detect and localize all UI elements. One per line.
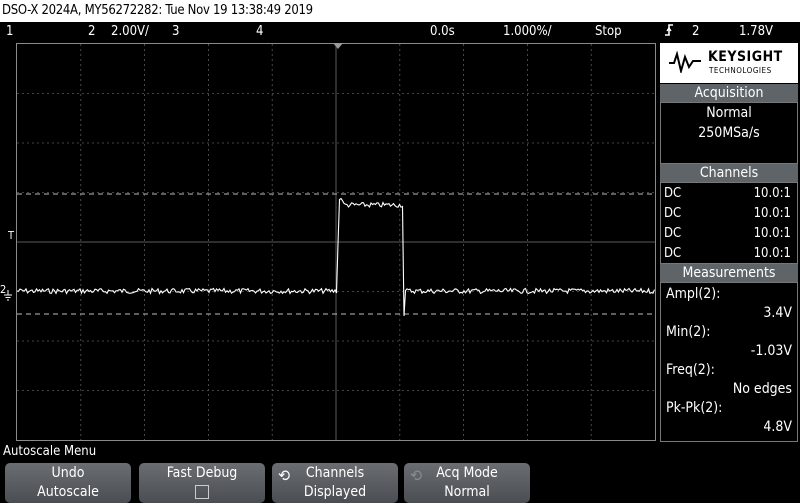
measurement-pkpk: Pk-Pk(2): 4.8V (666, 400, 792, 435)
acquisition-header[interactable]: Acquisition (660, 84, 798, 102)
undo-autoscale-button[interactable]: Undo Autoscale (5, 463, 131, 503)
channel-row-1: DC 10.0:1 (664, 186, 791, 201)
channels-displayed-button[interactable]: ⟲ Channels Displayed (272, 463, 398, 503)
fast-debug-checkbox[interactable] (195, 485, 209, 499)
acquisition-panel: Normal 250MSa/s (660, 102, 798, 164)
sample-rate: 250MSa/s (698, 125, 760, 141)
trigger-position-marker (333, 43, 343, 49)
waveform-display (17, 44, 656, 440)
time-scale: 1.000%/ (503, 24, 552, 39)
channel-2-scale: 2.00V/ (111, 24, 149, 39)
menu-title: Autoscale Menu (0, 443, 800, 461)
measurements-panel: Ampl(2): 3.4V Min(2): -1.03V Freq(2): No ed… (660, 282, 798, 442)
trigger-level-marker: T (8, 229, 15, 242)
time-delay: 0.0s (430, 24, 455, 39)
channel-row-3: DC 10.0:1 (664, 226, 791, 241)
channel-4-label[interactable]: 4 (256, 22, 263, 42)
channel-row-2: DC 10.0:1 (664, 206, 791, 221)
rising-edge-icon (664, 22, 674, 45)
channel-row-4: DC 10.0:1 (664, 246, 791, 261)
scope-graticule[interactable] (16, 43, 656, 441)
trigger-source: 2 (692, 24, 700, 39)
grid-lines (17, 44, 655, 440)
channels-header[interactable]: Channels (660, 164, 798, 182)
ground-icon (4, 290, 12, 301)
keysight-wave-icon (669, 51, 701, 73)
measurements-header[interactable]: Measurements (660, 264, 798, 282)
channel-1-label[interactable]: 1 (6, 22, 13, 42)
window-title: DSO-X 2024A, MY56272282: Tue Nov 19 13:3… (0, 0, 800, 22)
run-state: Stop (595, 24, 622, 39)
acq-mode-button[interactable]: ⟲ Acq Mode Normal (404, 463, 530, 503)
logo-subtitle: TECHNOLOGIES (709, 66, 772, 75)
channel-3-label[interactable]: 3 (172, 22, 179, 42)
softkey-bar: Undo Autoscale Fast Debug ⟲ Channels Displ… (0, 461, 800, 503)
status-bar: 1 2 2.00V/ 3 4 0.0s 1.000%/ Stop 2 1.78V (0, 22, 800, 42)
measurement-min: Min(2): -1.03V (666, 324, 792, 359)
measurement-freq: Freq(2): No edges (666, 362, 792, 397)
keysight-logo: KEYSIGHT TECHNOLOGIES (660, 43, 798, 83)
logo-brand: KEYSIGHT (708, 49, 783, 65)
channels-panel: DC 10.0:1 DC 10.0:1 DC 10.0:1 DC 10.0:1 (660, 182, 798, 264)
measurement-ampl: Ampl(2): 3.4V (666, 286, 792, 321)
rotate-knob-icon: ⟲ (410, 466, 423, 485)
channel-2-label[interactable]: 2 (88, 22, 95, 42)
acquisition-mode: Normal (706, 105, 752, 121)
trigger-level: 1.78V (739, 24, 774, 39)
fast-debug-button[interactable]: Fast Debug (139, 463, 265, 503)
rotate-knob-icon: ⟲ (278, 466, 291, 485)
